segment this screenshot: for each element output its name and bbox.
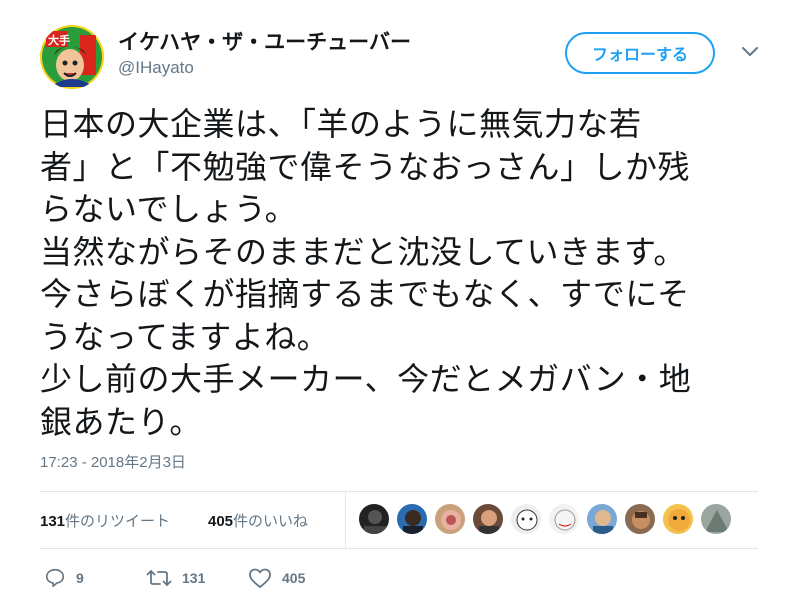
liker-avatar[interactable]	[358, 503, 390, 535]
liker-avatar[interactable]	[434, 503, 466, 535]
retweet-button[interactable]: 131	[146, 566, 205, 590]
liker-avatar[interactable]	[662, 503, 694, 535]
like-stat-label: 件のいいね	[233, 512, 309, 530]
retweet-stat[interactable]: 131件のリツイート	[40, 510, 170, 531]
author-display-name[interactable]: イケハヤ・ザ・ユーチューバー	[118, 26, 411, 56]
liker-avatar[interactable]	[700, 503, 732, 535]
tweet-line: らないでしょう。	[40, 190, 298, 228]
liker-avatar[interactable]	[472, 503, 504, 535]
like-button[interactable]: 405	[248, 566, 305, 590]
tweet-line: 少し前の大手メーカー、今だとメガバン・地	[40, 360, 692, 398]
divider	[40, 548, 758, 549]
liker-avatar[interactable]	[586, 503, 618, 535]
retweet-count: 131	[182, 570, 206, 586]
tweet-line: 当然ながらそのままだと沈没していきます。	[40, 232, 686, 271]
reply-icon	[44, 567, 66, 589]
tweet-card: 大手 イケハヤ・ザ・ユーチューバー @IHayato フォローする 日本の大企業…	[0, 0, 798, 608]
author-handle[interactable]: @IHayato	[118, 58, 194, 78]
tweet-line: 日本の大企業は、「羊のように無気力な若	[40, 105, 642, 143]
liker-avatar[interactable]	[396, 503, 428, 535]
tweet-line: 今さらぼくが指摘するまでもなく、すでにそ	[40, 275, 690, 313]
liker-avatar[interactable]	[510, 503, 542, 535]
retweet-stat-label: 件のリツイート	[65, 512, 171, 530]
reply-count: 9	[76, 570, 84, 586]
chevron-down-icon[interactable]	[740, 44, 760, 60]
tweet-line: 者」と「不勉強で偉そうなおっさん」しか残	[40, 147, 691, 186]
stats-separator	[345, 492, 346, 548]
liker-avatar[interactable]	[548, 503, 580, 535]
tweet-text: 日本の大企業は、「羊のように無気力な若 者」と「不勉強で偉そうなおっさん」しか残…	[40, 103, 755, 443]
retweet-icon	[146, 567, 172, 589]
tweet-line: 銀あたり。	[40, 402, 202, 441]
retweet-stat-count: 131	[40, 513, 66, 530]
heart-icon	[248, 567, 272, 589]
tweet-line: うなってますよね。	[40, 317, 330, 356]
divider	[40, 491, 758, 492]
svg-text:大手: 大手	[48, 33, 70, 47]
like-count: 405	[282, 570, 306, 586]
like-stat[interactable]: 405件のいいね	[208, 510, 308, 531]
tweet-timestamp[interactable]: 17:23 - 2018年2月3日	[40, 451, 186, 472]
like-stat-count: 405	[208, 513, 234, 530]
reply-button[interactable]: 9	[44, 566, 84, 590]
author-avatar[interactable]: 大手	[40, 25, 104, 89]
liker-avatar[interactable]	[624, 503, 656, 535]
follow-button[interactable]: フォローする	[565, 32, 715, 74]
